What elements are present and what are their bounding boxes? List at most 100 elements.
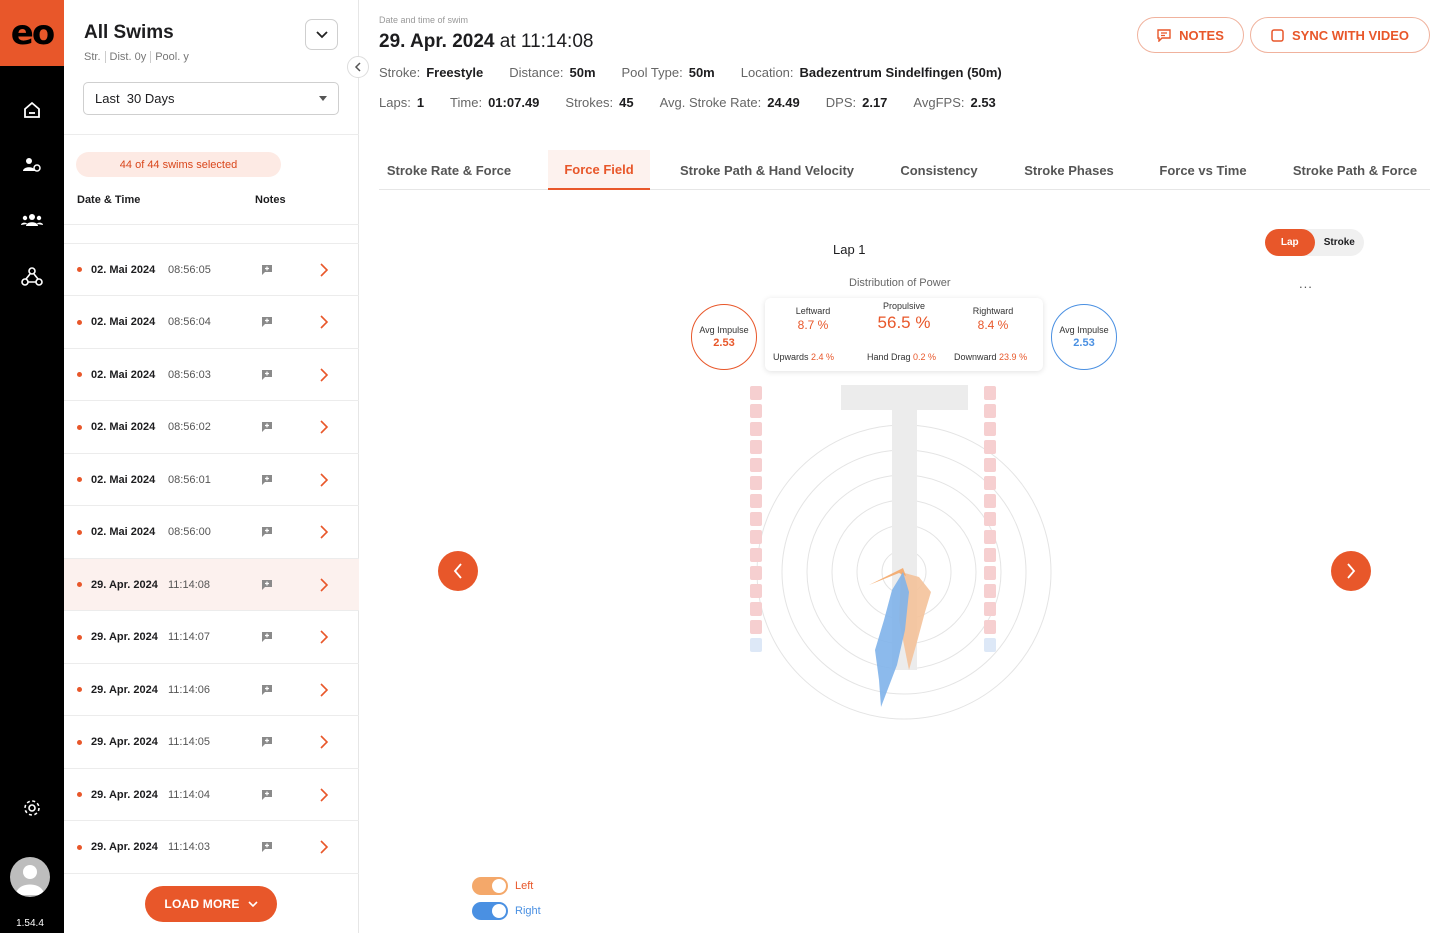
swim-row[interactable]: 02. Mai 2024 08:56:05 [64, 244, 359, 296]
swim-row[interactable]: 29. Apr. 2024 11:14:07 [64, 612, 359, 664]
lane-marker [750, 602, 762, 616]
user-settings-icon[interactable] [20, 153, 44, 177]
add-note-icon[interactable] [261, 736, 273, 748]
swim-row[interactable]: 29. Apr. 2024 11:14:06 [64, 664, 359, 716]
legend-toggle-right[interactable]: Right [472, 902, 541, 920]
swim-row-time: 08:56:05 [168, 263, 211, 276]
chevron-right-icon[interactable] [319, 630, 329, 644]
tab-force-vs-time[interactable]: Force vs Time [1149, 150, 1257, 190]
swim-row[interactable]: 02. Mai 2024 08:56:04 [64, 297, 359, 349]
sync-video-label: SYNC WITH VIDEO [1291, 27, 1409, 43]
swim-row-time: 11:14:05 [168, 736, 211, 748]
date-range-select[interactable]: Last 30 Days [83, 82, 339, 115]
filter-dropdown-button[interactable] [305, 19, 338, 50]
avatar[interactable] [10, 857, 50, 897]
team-icon[interactable] [20, 208, 44, 232]
chevron-right-icon[interactable] [319, 840, 329, 854]
lane-markers-right [984, 386, 996, 652]
lane-marker [984, 422, 996, 436]
tab-stroke-path-hand-velocity[interactable]: Stroke Path & Hand Velocity [669, 150, 865, 190]
add-note-icon[interactable] [261, 789, 273, 801]
lane-marker [750, 476, 762, 490]
column-header-date[interactable]: Date & Time [77, 194, 140, 206]
notes-button[interactable]: NOTES [1137, 17, 1244, 53]
next-button[interactable] [1331, 551, 1371, 591]
swim-time: 11:14:08 [520, 31, 594, 52]
swim-row[interactable]: 29. Apr. 2024 11:14:05 [64, 717, 359, 769]
load-more-button[interactable]: LOAD MORE [145, 886, 277, 922]
filter-distance: Dist. 0y [104, 51, 146, 63]
left-impulse-value: 2.53 [713, 337, 735, 349]
add-note-icon[interactable] [261, 579, 273, 591]
previous-button[interactable] [438, 551, 478, 591]
gear-icon[interactable] [20, 796, 44, 820]
chevron-right-icon[interactable] [319, 735, 329, 749]
add-note-icon[interactable] [261, 316, 273, 328]
add-note-icon[interactable] [261, 421, 273, 433]
swim-row[interactable]: 02. Mai 2024 08:56:01 [64, 454, 359, 506]
add-note-icon[interactable] [261, 526, 273, 538]
stroke-value: Freestyle [426, 65, 484, 80]
propulsive-label: Propulsive [882, 301, 926, 311]
lane-marker [984, 440, 996, 454]
propulsive-value: 56.5 % [877, 313, 931, 332]
strokes-label: Strokes: [565, 95, 614, 110]
tab-stroke-path-force[interactable]: Stroke Path & Force [1282, 150, 1428, 190]
chevron-right-icon[interactable] [319, 315, 329, 329]
network-icon[interactable] [20, 265, 44, 289]
lane-marker [750, 386, 762, 400]
swim-row-date: 02. Mai 2024 [91, 263, 156, 276]
tab-stroke-rate-force[interactable]: Stroke Rate & Force [379, 150, 519, 190]
lane-t-bar [841, 385, 968, 410]
swim-row[interactable]: 29. Apr. 2024 11:14:04 [64, 769, 359, 821]
sync-video-button[interactable]: SYNC WITH VIDEO [1250, 17, 1430, 53]
leftward-stat: Leftward 8.7 % [785, 306, 841, 332]
eo-logo: eo [0, 0, 64, 66]
add-note-icon[interactable] [261, 264, 273, 276]
swim-row-time: 08:56:03 [168, 368, 211, 381]
main-content: Date and time of swim 29. Apr. 2024 at 1… [359, 0, 1440, 933]
home-icon[interactable] [20, 98, 44, 122]
legend-toggle-left[interactable]: Left [472, 877, 533, 895]
add-note-icon[interactable] [261, 369, 273, 381]
add-note-icon[interactable] [261, 631, 273, 643]
left-switch[interactable] [472, 877, 508, 895]
hand-drag-stat: Hand Drag 0.2 % [867, 352, 936, 362]
chevron-right-icon[interactable] [319, 367, 329, 382]
more-options-icon[interactable]: ... [1299, 276, 1313, 291]
add-note-icon[interactable] [261, 684, 273, 696]
tab-consistency[interactable]: Consistency [889, 150, 989, 190]
swim-row[interactable]: 02. Mai 2024 08:56:00 [64, 507, 359, 559]
tab-force-field[interactable]: Force Field [548, 150, 650, 190]
right-switch[interactable] [472, 902, 508, 920]
selection-count-badge[interactable]: 44 of 44 swims selected [76, 152, 281, 177]
swim-row[interactable]: 02. Mai 2024 08:56:03 [64, 349, 359, 401]
swim-row[interactable]: 29. Apr. 2024 11:14:03 [64, 822, 359, 874]
column-header-notes[interactable]: Notes [255, 194, 286, 206]
add-note-icon[interactable] [261, 474, 273, 486]
swim-info-line-2: Laps: 1 Time: 01:07.49 Strokes: 45 Avg. Str… [379, 95, 1022, 110]
leftward-value: 8.7 % [797, 318, 829, 332]
segment-stroke[interactable]: Stroke [1315, 229, 1365, 256]
lane-marker [984, 512, 996, 526]
chevron-right-icon[interactable] [319, 525, 329, 539]
add-note-icon[interactable] [261, 841, 273, 853]
lane-marker [984, 584, 996, 598]
tab-stroke-phases[interactable]: Stroke Phases [1013, 150, 1125, 190]
chevron-right-icon[interactable] [319, 420, 329, 434]
collapse-panel-button[interactable] [347, 56, 369, 78]
chevron-right-icon[interactable] [319, 577, 329, 592]
swim-row[interactable]: 02. Mai 2024 08:56:02 [64, 402, 359, 454]
swim-row-date: 29. Apr. 2024 [91, 683, 158, 696]
lane-marker [984, 494, 996, 508]
chevron-right-icon[interactable] [319, 472, 329, 487]
pool-type-label: Pool Type: [621, 65, 683, 80]
segment-lap[interactable]: Lap [1265, 229, 1315, 256]
left-impulse-label: Avg Impulse [699, 325, 749, 335]
swim-row-date: 29. Apr. 2024 [91, 631, 158, 643]
chevron-right-icon[interactable] [319, 787, 329, 802]
chevron-right-icon[interactable] [319, 262, 329, 277]
swim-row[interactable]: 29. Apr. 2024 11:14:08 [64, 559, 359, 611]
time-value: 01:07.49 [488, 95, 540, 110]
chevron-right-icon[interactable] [319, 682, 329, 697]
